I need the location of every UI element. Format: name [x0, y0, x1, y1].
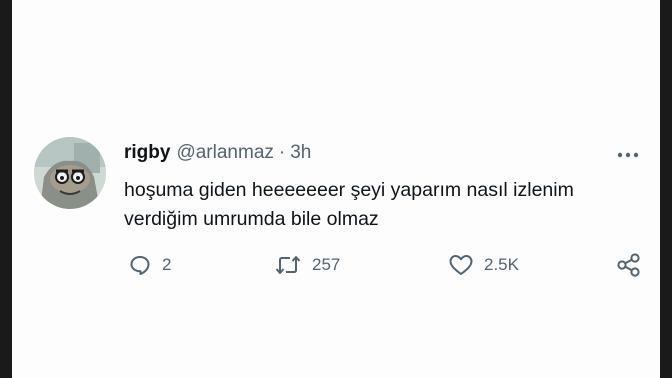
- avatar-image: [34, 137, 106, 209]
- timestamp[interactable]: 3h: [290, 142, 311, 164]
- share-icon: [617, 253, 640, 277]
- user-handle[interactable]: @arlanmaz: [176, 142, 273, 164]
- like-button[interactable]: 2.5K: [448, 250, 519, 280]
- retweet-button[interactable]: 257: [274, 250, 340, 280]
- retweet-count: 257: [312, 255, 341, 274]
- reply-count: 2: [162, 255, 172, 274]
- tweet-text-line: verdiğim umrumda bile olmaz: [124, 208, 379, 230]
- tweet-actions: 2 257 2.5K: [124, 250, 644, 280]
- screenshot-frame: rigby @arlanmaz · 3h hoşuma giden heeeee…: [12, 0, 660, 378]
- more-options-icon[interactable]: [616, 148, 640, 160]
- like-count: 2.5K: [484, 255, 519, 274]
- reply-icon: [130, 256, 150, 275]
- share-button[interactable]: [616, 250, 642, 280]
- avatar[interactable]: [34, 137, 106, 209]
- retweet-icon: [275, 256, 301, 274]
- reply-button[interactable]: 2: [128, 250, 171, 280]
- tweet-header: rigby @arlanmaz · 3h: [124, 142, 311, 168]
- display-name[interactable]: rigby: [124, 142, 170, 164]
- heart-icon: [449, 255, 473, 275]
- tweet-text-line: hoşuma giden heeeeeeer şeyi yaparım nası…: [124, 179, 574, 201]
- tweet-text: hoşuma giden heeeeeeer şeyi yaparım nası…: [124, 176, 644, 234]
- separator-dot: ·: [278, 142, 286, 163]
